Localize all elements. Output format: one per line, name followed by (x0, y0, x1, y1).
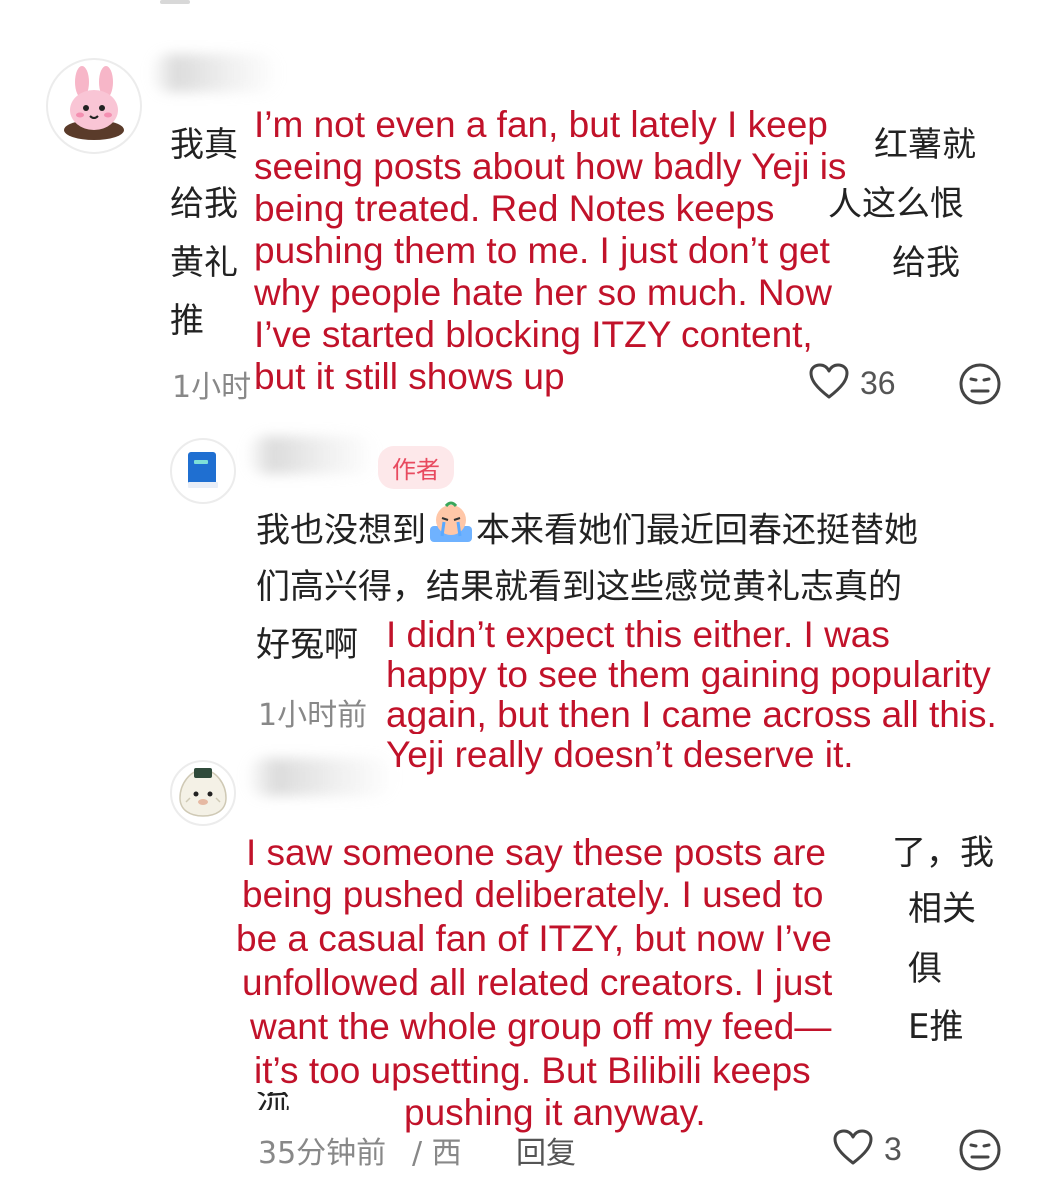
comment-text-fragment: 了，我 (892, 833, 994, 873)
comment-text-fragment: 给我 (892, 243, 960, 283)
comment-text-fragment: 红薯就 (874, 125, 976, 165)
reply-button[interactable]: 回复 (516, 1128, 576, 1172)
translation-line: be a casual fan of ITZY, but now I’ve (232, 918, 836, 960)
translation-line: it’s too upsetting. But Bilibili keeps (250, 1050, 815, 1092)
comment-text-fragment: 俱 (908, 949, 942, 989)
avatar[interactable] (46, 58, 142, 154)
translation-line: happy to see them gaining popularity (382, 654, 995, 696)
like-count: 36 (860, 364, 896, 401)
comment-text-line: 黄礼 (170, 243, 238, 283)
translation-line: being treated. Red Notes keeps (250, 188, 779, 230)
top-divider (160, 0, 190, 4)
comment-time: 1小时 (172, 370, 252, 405)
translation-line: pushing them to me. I just don’t get (250, 230, 834, 272)
translation-line: but it still shows up (250, 356, 569, 398)
comment-location: / 西 (412, 1136, 462, 1171)
like-button[interactable]: 3 (832, 1128, 902, 1170)
translation-line: again, but then I came across all this. (382, 694, 1001, 736)
avatar[interactable] (170, 438, 236, 504)
avatar[interactable] (170, 760, 236, 826)
username-redacted (246, 436, 376, 474)
comment-text-line: 我也没想到 本来看她们最近回春还挺替她 (256, 500, 918, 564)
comment-text-line: 好冤啊 (256, 625, 358, 665)
translation-line: I saw someone say these posts are (242, 832, 830, 874)
translation-line: I didn’t expect this either. I was (382, 614, 894, 656)
comment-time: 35分钟前 (258, 1136, 387, 1171)
comment-text-line: 给我 (170, 184, 238, 224)
translation-line: I’m not even a fan, but lately I keep (250, 104, 832, 146)
translation-line: seeing posts about how badly Yeji is (250, 146, 851, 188)
comment-time: 1小时前 (258, 698, 368, 733)
comment-text-line: 我真 (170, 125, 238, 165)
translation-line: unfollowed all related creators. I just (238, 962, 837, 1004)
comment-text-line: 推 (170, 301, 204, 341)
comment-text-fragment: 相关 (908, 889, 976, 929)
bunny-avatar-icon (48, 66, 140, 152)
translation-line: I’ve started blocking ITZY content, (250, 314, 817, 356)
heart-icon (808, 362, 850, 404)
author-badge: 作者 (378, 446, 454, 489)
username-redacted (246, 758, 396, 796)
translation-line: Yeji really doesn’t deserve it. (382, 734, 858, 776)
username-redacted (150, 54, 280, 92)
dislike-face-icon[interactable] (958, 1128, 1002, 1176)
rice-ball-avatar-icon (172, 768, 234, 824)
comment-text-fragment: E推 (908, 1007, 964, 1047)
translation-line: want the whole group off my feed— (246, 1006, 836, 1048)
dislike-face-icon[interactable] (958, 362, 1002, 410)
translation-line: why people hate her so much. Now (250, 272, 836, 314)
heart-icon (832, 1128, 874, 1170)
translation-line: being pushed deliberately. I used to (238, 874, 828, 916)
crying-emoji-icon (426, 500, 476, 564)
comment-text-line: 们高兴得，结果就看到这些感觉黄礼志真的 (256, 567, 902, 607)
blue-book-avatar-icon (172, 452, 234, 502)
like-button[interactable]: 36 (808, 362, 896, 404)
like-count: 3 (884, 1130, 902, 1167)
